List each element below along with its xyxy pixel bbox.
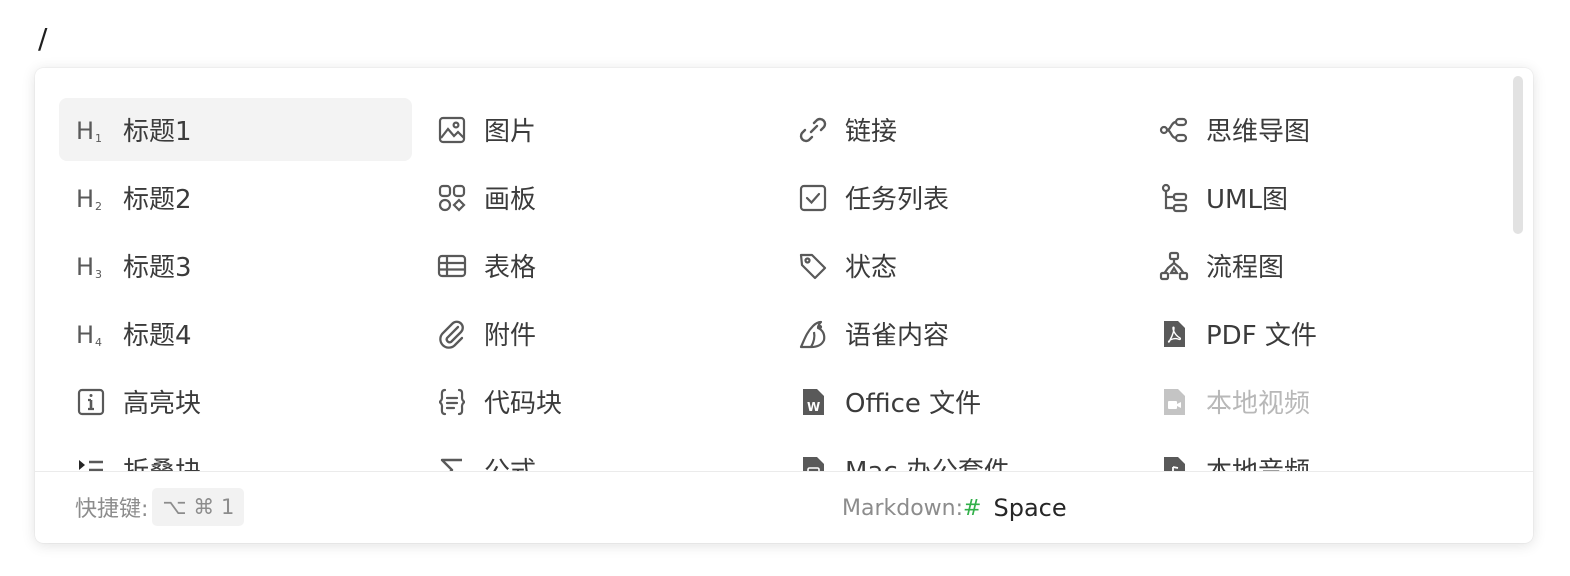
menu-item-heading-1[interactable]: H1 标题1: [59, 98, 412, 161]
menu-item-label: 标题4: [123, 321, 192, 351]
board-icon: [436, 182, 468, 214]
menu-item-label: Office 文件: [845, 389, 982, 419]
menu-item-label: PDF 文件: [1206, 321, 1317, 351]
menu-item-label: 语雀内容: [845, 321, 950, 351]
menu-item-heading-4[interactable]: H4 标题4: [59, 302, 412, 365]
menu-item-label: 代码块: [484, 389, 563, 419]
svg-text:2: 2: [95, 200, 102, 213]
menu-item-local-audio[interactable]: 本地音频: [1142, 438, 1495, 471]
shortcut-label: 快捷键:: [75, 497, 149, 522]
menu-scrollbar[interactable]: [1513, 76, 1523, 234]
menu-item-mac-office[interactable]: Mac 办公套件: [781, 438, 1134, 471]
menu-item-label: 状态: [845, 253, 898, 283]
heading-2-icon: H2: [75, 182, 107, 214]
markdown-hint: Markdown: # Space: [842, 494, 1067, 522]
pdf-file-icon: [1158, 318, 1190, 350]
menu-item-mindmap[interactable]: 思维导图: [1142, 98, 1495, 161]
menu-item-label: 附件: [484, 321, 537, 351]
sigma-icon: [436, 454, 468, 471]
shortcut-keys: ⌥ ⌘ 1: [152, 488, 245, 526]
svg-text:3: 3: [95, 268, 102, 281]
yuque-bird-icon: [797, 318, 829, 350]
menu-item-label: 标题2: [123, 185, 192, 215]
menu-item-label: 高亮块: [123, 389, 202, 419]
menu-item-label: 任务列表: [845, 185, 950, 215]
word-file-icon: W: [797, 386, 829, 418]
table-icon: [436, 250, 468, 282]
menu-item-link[interactable]: 链接: [781, 98, 1134, 161]
menu-item-heading-2[interactable]: H2 标题2: [59, 166, 412, 229]
menu-item-uml[interactable]: UML图: [1142, 166, 1495, 229]
menu-item-label: 画板: [484, 185, 537, 215]
menu-item-heading-3[interactable]: H3 标题3: [59, 234, 412, 297]
markdown-label: Markdown:: [842, 495, 964, 521]
markdown-hash: #: [963, 495, 982, 521]
slash-command-menu: H1 标题1 图片 链接 思维导图 H 2 标题2 画板 任务列表 UML图 H…: [35, 68, 1533, 543]
checkbox-icon: [797, 182, 829, 214]
heading-3-icon: H3: [75, 250, 107, 282]
svg-text:W: W: [807, 400, 820, 414]
uml-icon: [1158, 182, 1190, 214]
heading-1-icon: H1: [75, 114, 107, 146]
heading-4-icon: H4: [75, 318, 107, 350]
video-file-icon: [1158, 386, 1190, 418]
menu-item-attachment[interactable]: 附件: [420, 302, 773, 365]
menu-item-collapse-block[interactable]: 折叠块: [59, 438, 412, 471]
shortcut-hint: 快捷键: ⌥ ⌘ 1: [75, 488, 245, 526]
menu-item-label: 链接: [845, 117, 898, 147]
menu-item-table[interactable]: 表格: [420, 234, 773, 297]
menu-item-label: 本地视频: [1206, 389, 1311, 419]
menu-item-label: 标题3: [123, 253, 192, 283]
info-icon: [75, 386, 107, 418]
menu-item-pdf-file[interactable]: PDF 文件: [1142, 302, 1495, 365]
menu-item-local-video[interactable]: 本地视频: [1142, 370, 1495, 433]
menu-item-board[interactable]: 画板: [420, 166, 773, 229]
editor-slash-input[interactable]: /: [38, 22, 47, 55]
menu-footer: 快捷键: ⌥ ⌘ 1 Markdown: # Space: [35, 471, 1533, 543]
svg-text:4: 4: [95, 336, 102, 349]
menu-item-image[interactable]: 图片: [420, 98, 773, 161]
menu-item-label: 表格: [484, 253, 537, 283]
tag-icon: [797, 250, 829, 282]
flowchart-icon: [1158, 250, 1190, 282]
menu-item-code-block[interactable]: 代码块: [420, 370, 773, 433]
menu-item-status[interactable]: 状态: [781, 234, 1134, 297]
mac-file-icon: [797, 454, 829, 471]
link-icon: [797, 114, 829, 146]
menu-item-label: 标题1: [123, 117, 192, 147]
menu-item-yuque-content[interactable]: 语雀内容: [781, 302, 1134, 365]
audio-file-icon: [1158, 454, 1190, 471]
menu-item-office-file[interactable]: W Office 文件: [781, 370, 1134, 433]
menu-item-label: Mac 办公套件: [845, 451, 1010, 471]
menu-item-label: 本地音频: [1206, 451, 1310, 471]
menu-item-label: 思维导图: [1206, 117, 1311, 147]
collapse-list-icon: [75, 454, 107, 472]
svg-text:H: H: [76, 185, 94, 213]
menu-item-label: 流程图: [1206, 253, 1285, 283]
markdown-key: Space: [993, 494, 1067, 522]
menu-item-task-list[interactable]: 任务列表: [781, 166, 1134, 229]
menu-item-label: 公式: [484, 451, 536, 471]
svg-text:1: 1: [95, 132, 102, 145]
code-block-icon: [436, 386, 468, 418]
mindmap-icon: [1158, 114, 1190, 146]
svg-text:H: H: [76, 117, 94, 145]
menu-item-formula[interactable]: 公式: [420, 438, 773, 471]
menu-scroll-area[interactable]: H1 标题1 图片 链接 思维导图 H 2 标题2 画板 任务列表 UML图 H…: [35, 68, 1533, 471]
paperclip-icon: [436, 318, 468, 350]
menu-grid: H1 标题1 图片 链接 思维导图 H 2 标题2 画板 任务列表 UML图 H…: [59, 98, 1503, 471]
menu-item-label: 图片: [484, 117, 537, 147]
menu-item-label: UML图: [1206, 185, 1288, 215]
svg-text:H: H: [76, 321, 94, 349]
image-icon: [436, 114, 468, 146]
menu-item-flowchart[interactable]: 流程图: [1142, 234, 1495, 297]
menu-item-highlight-block[interactable]: 高亮块: [59, 370, 412, 433]
menu-item-label: 折叠块: [123, 451, 201, 471]
svg-text:H: H: [76, 253, 94, 281]
